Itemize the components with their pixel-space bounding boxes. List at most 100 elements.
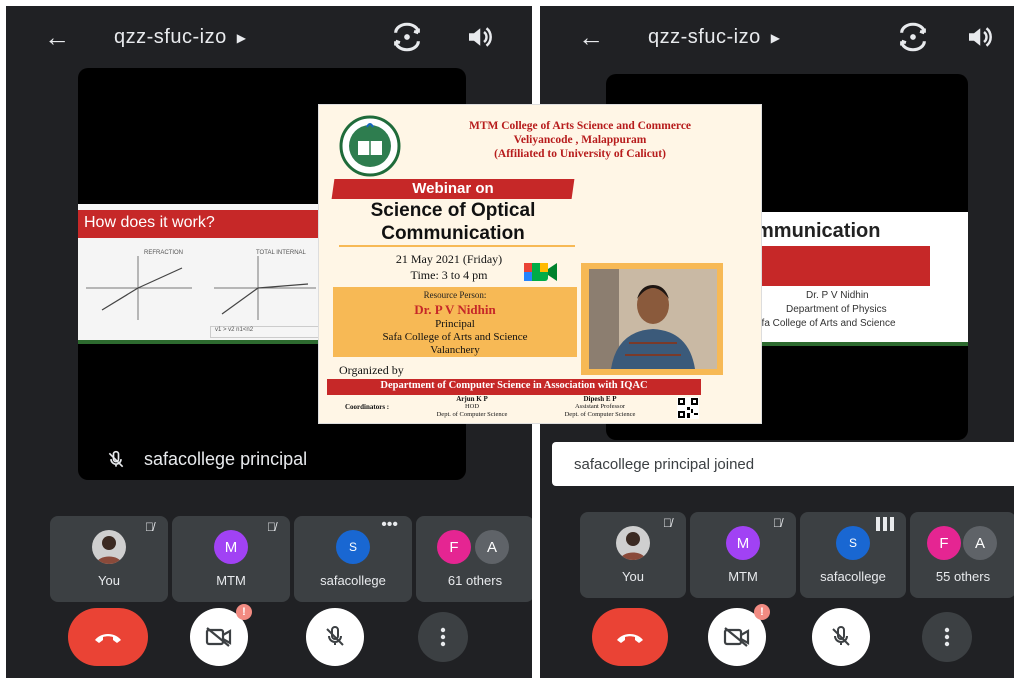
avatar-safacollege: S bbox=[336, 530, 370, 564]
diagram-label-tir: TOTAL INTERNAL bbox=[256, 250, 306, 256]
participant-tile-others[interactable]: F A 61 others bbox=[416, 516, 532, 602]
avatar-a: A bbox=[963, 526, 997, 560]
more-options-button[interactable] bbox=[418, 612, 468, 662]
hang-up-icon bbox=[617, 634, 643, 643]
participant-label: 61 others bbox=[447, 573, 503, 588]
mic-off-icon bbox=[326, 626, 344, 646]
coordinator-1-role: HOD bbox=[464, 403, 480, 410]
coordinator-1-dept: Dept. of Computer Science bbox=[436, 411, 508, 418]
camera-off-icon bbox=[205, 627, 232, 647]
coordinator-2-name: Dipesh E P bbox=[583, 395, 617, 403]
switch-camera-icon[interactable] bbox=[390, 20, 424, 54]
speaker-icon[interactable] bbox=[464, 22, 494, 52]
speaker-name: Dr. P V Nidhin bbox=[414, 302, 496, 317]
meeting-code: qzz-sfuc-izo bbox=[648, 26, 761, 48]
coordinator-1-name: Arjun K P bbox=[456, 395, 488, 403]
camera-off-icon bbox=[723, 627, 750, 647]
speaker-role: Principal bbox=[435, 318, 475, 330]
end-call-button[interactable] bbox=[68, 608, 148, 666]
slide-title: How does it work? bbox=[84, 214, 215, 231]
slide-college: afa College of Arts and Science bbox=[756, 318, 896, 329]
coordinator-1: Arjun K P HOD Dept. of Computer Science bbox=[417, 395, 527, 419]
avatar-you bbox=[92, 530, 126, 564]
mic-toggle-button[interactable] bbox=[306, 608, 364, 666]
webinar-time: Time: 3 to 4 pm bbox=[410, 268, 488, 282]
college-name: MTM College of Arts Science and Commerce bbox=[468, 120, 692, 132]
camera-toggle-button[interactable]: ! bbox=[190, 604, 252, 666]
mic-off-icon: 🎙̸ bbox=[145, 520, 154, 534]
college-header: MTM College of Arts Science and Commerce… bbox=[415, 119, 745, 161]
switch-camera-icon[interactable] bbox=[896, 20, 930, 54]
participant-tile-safacollege[interactable]: ••• S safacollege bbox=[294, 516, 412, 602]
qr-code-icon bbox=[677, 397, 699, 419]
more-options-button[interactable] bbox=[922, 612, 972, 662]
diagram-label-refraction: REFRACTION bbox=[144, 250, 183, 256]
banner-text: Webinar on bbox=[412, 180, 494, 197]
mic-off-icon: 🎙̸ bbox=[663, 516, 672, 530]
alert-badge-icon: ! bbox=[754, 604, 770, 620]
hang-up-icon bbox=[95, 634, 121, 643]
mic-off-icon bbox=[832, 626, 850, 646]
more-vert-icon bbox=[944, 627, 950, 647]
participant-tile-you[interactable]: 🎙̸ You bbox=[50, 516, 168, 602]
coordinator-2: Dipesh E P Assistant Professor Dept. of … bbox=[545, 395, 655, 419]
google-meet-logo bbox=[524, 263, 557, 281]
refraction-diagram bbox=[86, 256, 316, 320]
caret-right-icon: ▶ bbox=[236, 30, 247, 45]
participant-label: 55 others bbox=[935, 569, 991, 584]
camera-toggle-button[interactable]: ! bbox=[708, 604, 770, 666]
back-arrow-icon[interactable]: ← bbox=[578, 22, 604, 53]
participant-tile-mtm[interactable]: 🎙̸ M MTM bbox=[172, 516, 290, 602]
speaker-icon[interactable] bbox=[964, 22, 994, 52]
coordinator-2-dept: Dept. of Computer Science bbox=[564, 411, 636, 418]
participant-label: MTM bbox=[728, 569, 758, 584]
webinar-poster: MTM College of Arts Science and Commerce… bbox=[318, 104, 762, 424]
audio-level-icon bbox=[876, 517, 894, 531]
avatar-a: A bbox=[475, 530, 509, 564]
meeting-code: qzz-sfuc-izo bbox=[114, 26, 227, 48]
schedule: 21 May 2021 (Friday) Time: 3 to 4 pm bbox=[349, 251, 549, 283]
slide-dept: Department of Physics bbox=[786, 304, 887, 315]
participant-label: safacollege bbox=[320, 573, 386, 588]
avatar-safacollege: S bbox=[836, 526, 870, 560]
title-line-2: Communication bbox=[381, 223, 525, 244]
participant-tile-mtm[interactable]: 🎙̸ M MTM bbox=[690, 512, 796, 598]
mic-toggle-button[interactable] bbox=[812, 608, 870, 666]
webinar-date: 21 May 2021 (Friday) bbox=[395, 252, 503, 266]
presenter-label: safacollege principal bbox=[106, 449, 307, 470]
caret-right-icon: ▶ bbox=[770, 30, 781, 45]
resource-label: Resource Person: bbox=[423, 290, 487, 300]
meeting-code-button[interactable]: qzz-sfuc-izo ▶ bbox=[648, 26, 780, 49]
college-place: Veliyancode , Malappuram bbox=[513, 134, 647, 146]
participant-strip: 🎙̸ You 🎙̸ M MTM ••• S safacollege F A 61… bbox=[50, 516, 532, 602]
slide-name: Dr. P V Nidhin bbox=[806, 290, 869, 301]
back-arrow-icon[interactable]: ← bbox=[44, 22, 70, 53]
coordinator-2-role: Assistant Professor bbox=[574, 403, 625, 410]
top-bar: ← qzz-sfuc-izo ▶ bbox=[540, 20, 1014, 56]
participant-tile-safacollege[interactable]: S safacollege bbox=[800, 512, 906, 598]
participant-tile-you[interactable]: 🎙̸ You bbox=[580, 512, 686, 598]
top-bar: ← qzz-sfuc-izo ▶ bbox=[6, 20, 532, 56]
slide-heading: mmunication bbox=[756, 220, 881, 242]
college-affiliation: (Affiliated to University of Calicut) bbox=[494, 148, 666, 160]
end-call-button[interactable] bbox=[592, 608, 668, 666]
divider bbox=[339, 245, 575, 247]
join-toast: safacollege principal joined bbox=[552, 442, 1014, 486]
meeting-code-button[interactable]: qzz-sfuc-izo ▶ bbox=[114, 26, 246, 49]
title-line-1: Science of Optical bbox=[370, 200, 536, 221]
alert-badge-icon: ! bbox=[236, 604, 252, 620]
organized-by: Organized by bbox=[339, 363, 404, 377]
avatar-mtm: M bbox=[726, 526, 760, 560]
resource-person: Resource Person: Dr. P V Nidhin Principa… bbox=[333, 289, 577, 357]
participant-label: MTM bbox=[216, 573, 246, 588]
more-dots-icon[interactable]: ••• bbox=[381, 516, 398, 534]
participant-tile-others[interactable]: F A 55 others bbox=[910, 512, 1014, 598]
mic-off-icon: 🎙̸ bbox=[773, 516, 782, 530]
department-text: Department of Computer Science in Associ… bbox=[380, 380, 648, 391]
mic-off-icon bbox=[108, 450, 124, 467]
mic-off-icon: 🎙̸ bbox=[267, 520, 276, 534]
speaker-institution: Safa College of Arts and Science bbox=[382, 331, 528, 343]
presenter-name: safacollege principal bbox=[144, 449, 308, 469]
participant-strip: 🎙̸ You 🎙̸ M MTM S safacollege F A 55 oth… bbox=[580, 512, 1014, 598]
avatar-f: F bbox=[437, 530, 471, 564]
